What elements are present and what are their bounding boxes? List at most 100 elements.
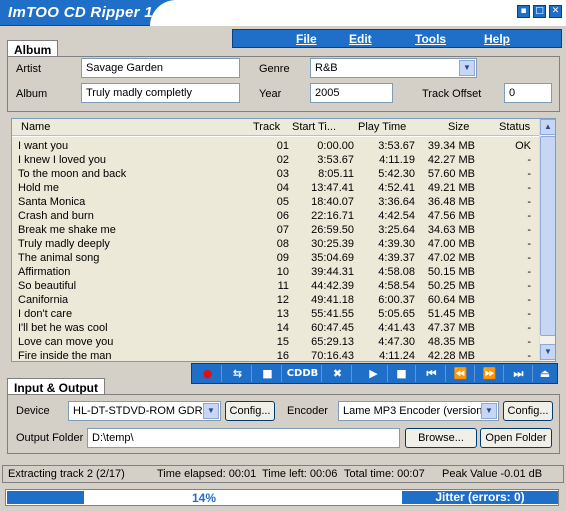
header-play-time[interactable]: Play Time — [358, 121, 406, 133]
menu-help[interactable]: Help — [484, 32, 510, 46]
track-start-cell: 30:25.39 — [311, 238, 354, 250]
track-status-cell: - — [527, 336, 531, 348]
last-track-icon[interactable]: ⏭ — [505, 365, 533, 382]
chevron-down-icon[interactable]: ▼ — [459, 60, 475, 76]
app-title: ImTOO CD Ripper 1.0 — [8, 4, 166, 21]
close-button[interactable]: ✕ — [549, 5, 562, 18]
maximize-button[interactable]: □ — [533, 5, 546, 18]
table-row[interactable]: Fire inside the man 16 70:16.43 4:11.24 42.2… — [12, 350, 539, 362]
loop-icon[interactable]: ⇆ — [224, 365, 252, 382]
play-icon[interactable]: ▶ — [360, 365, 388, 382]
track-track-cell: 08 — [276, 238, 289, 250]
first-track-icon[interactable]: ⏮ — [418, 365, 446, 382]
vertical-scrollbar[interactable]: ▲ ▼ — [539, 119, 555, 361]
table-row[interactable]: Hold me 04 13:47.41 4:52.41 49.21 MB - — [12, 182, 539, 196]
table-row[interactable]: So beautiful 11 44:42.39 4:58.54 50.25 MB - — [12, 280, 539, 294]
chevron-down-icon[interactable]: ▼ — [481, 403, 497, 419]
table-row[interactable]: Break me shake me 07 26:59.50 3:25.64 34.63 … — [12, 224, 539, 238]
track-play-cell: 3:36.64 — [378, 196, 415, 208]
table-row[interactable]: I knew I loved you 02 3:53.67 4:11.19 42.27 … — [12, 154, 539, 168]
track-track-cell: 04 — [276, 182, 289, 194]
track-track-cell: 06 — [276, 210, 289, 222]
track-status-cell: - — [527, 196, 531, 208]
eject-icon[interactable]: ⏏ — [531, 365, 559, 382]
table-row[interactable]: Love can move you 15 65:29.13 4:47.30 48.35 … — [12, 336, 539, 350]
stop-playback-icon[interactable]: ■ — [388, 365, 416, 382]
track-play-cell: 4:39.37 — [378, 252, 415, 264]
track-status-cell: - — [527, 182, 531, 194]
track-status-cell: - — [527, 266, 531, 278]
track-play-cell: 5:05.65 — [378, 308, 415, 320]
track-status-cell: - — [527, 210, 531, 222]
record-icon[interactable]: ● — [194, 365, 222, 382]
browse-button[interactable]: Browse... — [405, 428, 477, 448]
settings-icon[interactable]: ✖ — [324, 365, 352, 382]
track-play-cell: 4:39.30 — [378, 238, 415, 250]
artist-field[interactable]: Savage Garden — [81, 58, 240, 78]
header-status[interactable]: Status — [499, 121, 530, 133]
device-config-button[interactable]: Config... — [225, 401, 275, 421]
header-size[interactable]: Size — [448, 121, 469, 133]
track-size-cell: 48.35 MB — [427, 336, 475, 348]
track-size-cell: 50.25 MB — [427, 280, 475, 292]
track-start-cell: 65:29.13 — [311, 336, 354, 348]
track-play-cell: 5:42.30 — [378, 168, 415, 180]
track-list[interactable]: Name Track Start Ti... Play Time Size St… — [11, 118, 556, 362]
table-row[interactable]: The animal song 09 35:04.69 4:39.37 47.02 MB… — [12, 252, 539, 266]
album-tab: Album — [7, 40, 59, 57]
menu-edit[interactable]: Edit — [349, 32, 372, 46]
output-folder-field[interactable]: D:\temp\ — [87, 428, 400, 448]
encoder-config-button[interactable]: Config... — [503, 401, 553, 421]
table-row[interactable]: Crash and burn 06 22:16.71 4:42.54 47.56 MB - — [12, 210, 539, 224]
encoder-value: Lame MP3 Encoder (version 1 — [343, 405, 492, 417]
track-name-cell: So beautiful — [18, 280, 77, 292]
header-track[interactable]: Track — [253, 121, 280, 133]
table-row[interactable]: To the moon and back 03 8:05.11 5:42.30 57.6… — [12, 168, 539, 182]
track-play-cell: 3:53.67 — [378, 140, 415, 152]
track-track-cell: 14 — [276, 322, 289, 334]
year-field[interactable]: 2005 — [310, 83, 393, 103]
menu-tools[interactable]: Tools — [415, 32, 446, 46]
rewind-icon[interactable]: ⏪ — [447, 365, 475, 382]
chevron-down-icon[interactable]: ▼ — [203, 403, 219, 419]
table-row[interactable]: Affirmation 10 39:44.31 4:58.08 50.15 MB - — [12, 266, 539, 280]
track-track-cell: 07 — [276, 224, 289, 236]
track-start-cell: 8:05.11 — [318, 168, 354, 180]
track-status-cell: - — [527, 280, 531, 292]
table-row[interactable]: Santa Monica 05 18:40.07 3:36.64 36.48 MB - — [12, 196, 539, 210]
table-row[interactable]: Truly madly deeply 08 30:25.39 4:39.30 47.00… — [12, 238, 539, 252]
table-row[interactable]: Canifornia 12 49:41.18 6:00.37 60.64 MB - — [12, 294, 539, 308]
genre-select[interactable]: R&B ▼ — [310, 58, 477, 78]
table-row[interactable]: I'll bet he was cool 14 60:47.45 4:41.43 47.… — [12, 322, 539, 336]
open-folder-button[interactable]: Open Folder — [480, 428, 552, 448]
header-name[interactable]: Name — [21, 121, 50, 133]
status-total-time: Total time: 00:07 — [344, 468, 425, 480]
track-size-cell: 57.60 MB — [427, 168, 475, 180]
scroll-up-icon[interactable]: ▲ — [540, 119, 555, 135]
encoder-select[interactable]: Lame MP3 Encoder (version 1 ▼ — [338, 401, 499, 421]
album-field[interactable]: Truly madly completly — [81, 83, 240, 103]
track-size-cell: 50.15 MB — [427, 266, 475, 278]
device-select[interactable]: HL-DT-STDVD-ROM GDRH2 ▼ — [68, 401, 221, 421]
track-track-cell: 05 — [276, 196, 289, 208]
year-label: Year — [259, 88, 282, 100]
header-start-time[interactable]: Start Ti... — [292, 121, 336, 133]
table-row[interactable]: I want you 01 0:00.00 3:53.67 39.34 MB OK — [12, 140, 539, 154]
track-rows: I want you 01 0:00.00 3:53.67 39.34 MB OK I kn… — [12, 137, 539, 362]
menu-file[interactable]: File — [296, 32, 317, 46]
scroll-down-icon[interactable]: ▼ — [540, 344, 555, 360]
scroll-thumb[interactable] — [540, 136, 555, 336]
playback-toolbar: ● ⇆ ■ CDDB ✖ ▶ ■ ⏮ ⏪ ⏩ ⏭ ⏏ — [191, 363, 558, 384]
track-name-cell: Love can move you — [18, 336, 114, 348]
cddb-button[interactable]: CDDB — [284, 365, 322, 382]
minimize-button[interactable]: ▪ — [517, 5, 530, 18]
status-bar: Extracting track 2 (2/17) Time elapsed: … — [2, 465, 564, 483]
stop-icon[interactable]: ■ — [254, 365, 282, 382]
forward-icon[interactable]: ⏩ — [476, 365, 504, 382]
track-track-cell: 16 — [276, 350, 289, 362]
track-play-cell: 4:11.24 — [379, 350, 415, 362]
table-row[interactable]: I don't care 13 55:41.55 5:05.65 51.45 MB - — [12, 308, 539, 322]
track-size-cell: 42.27 MB — [427, 154, 475, 166]
track-offset-field[interactable]: 0 — [504, 83, 552, 103]
menu-bar: File Edit Tools Help — [232, 29, 562, 48]
